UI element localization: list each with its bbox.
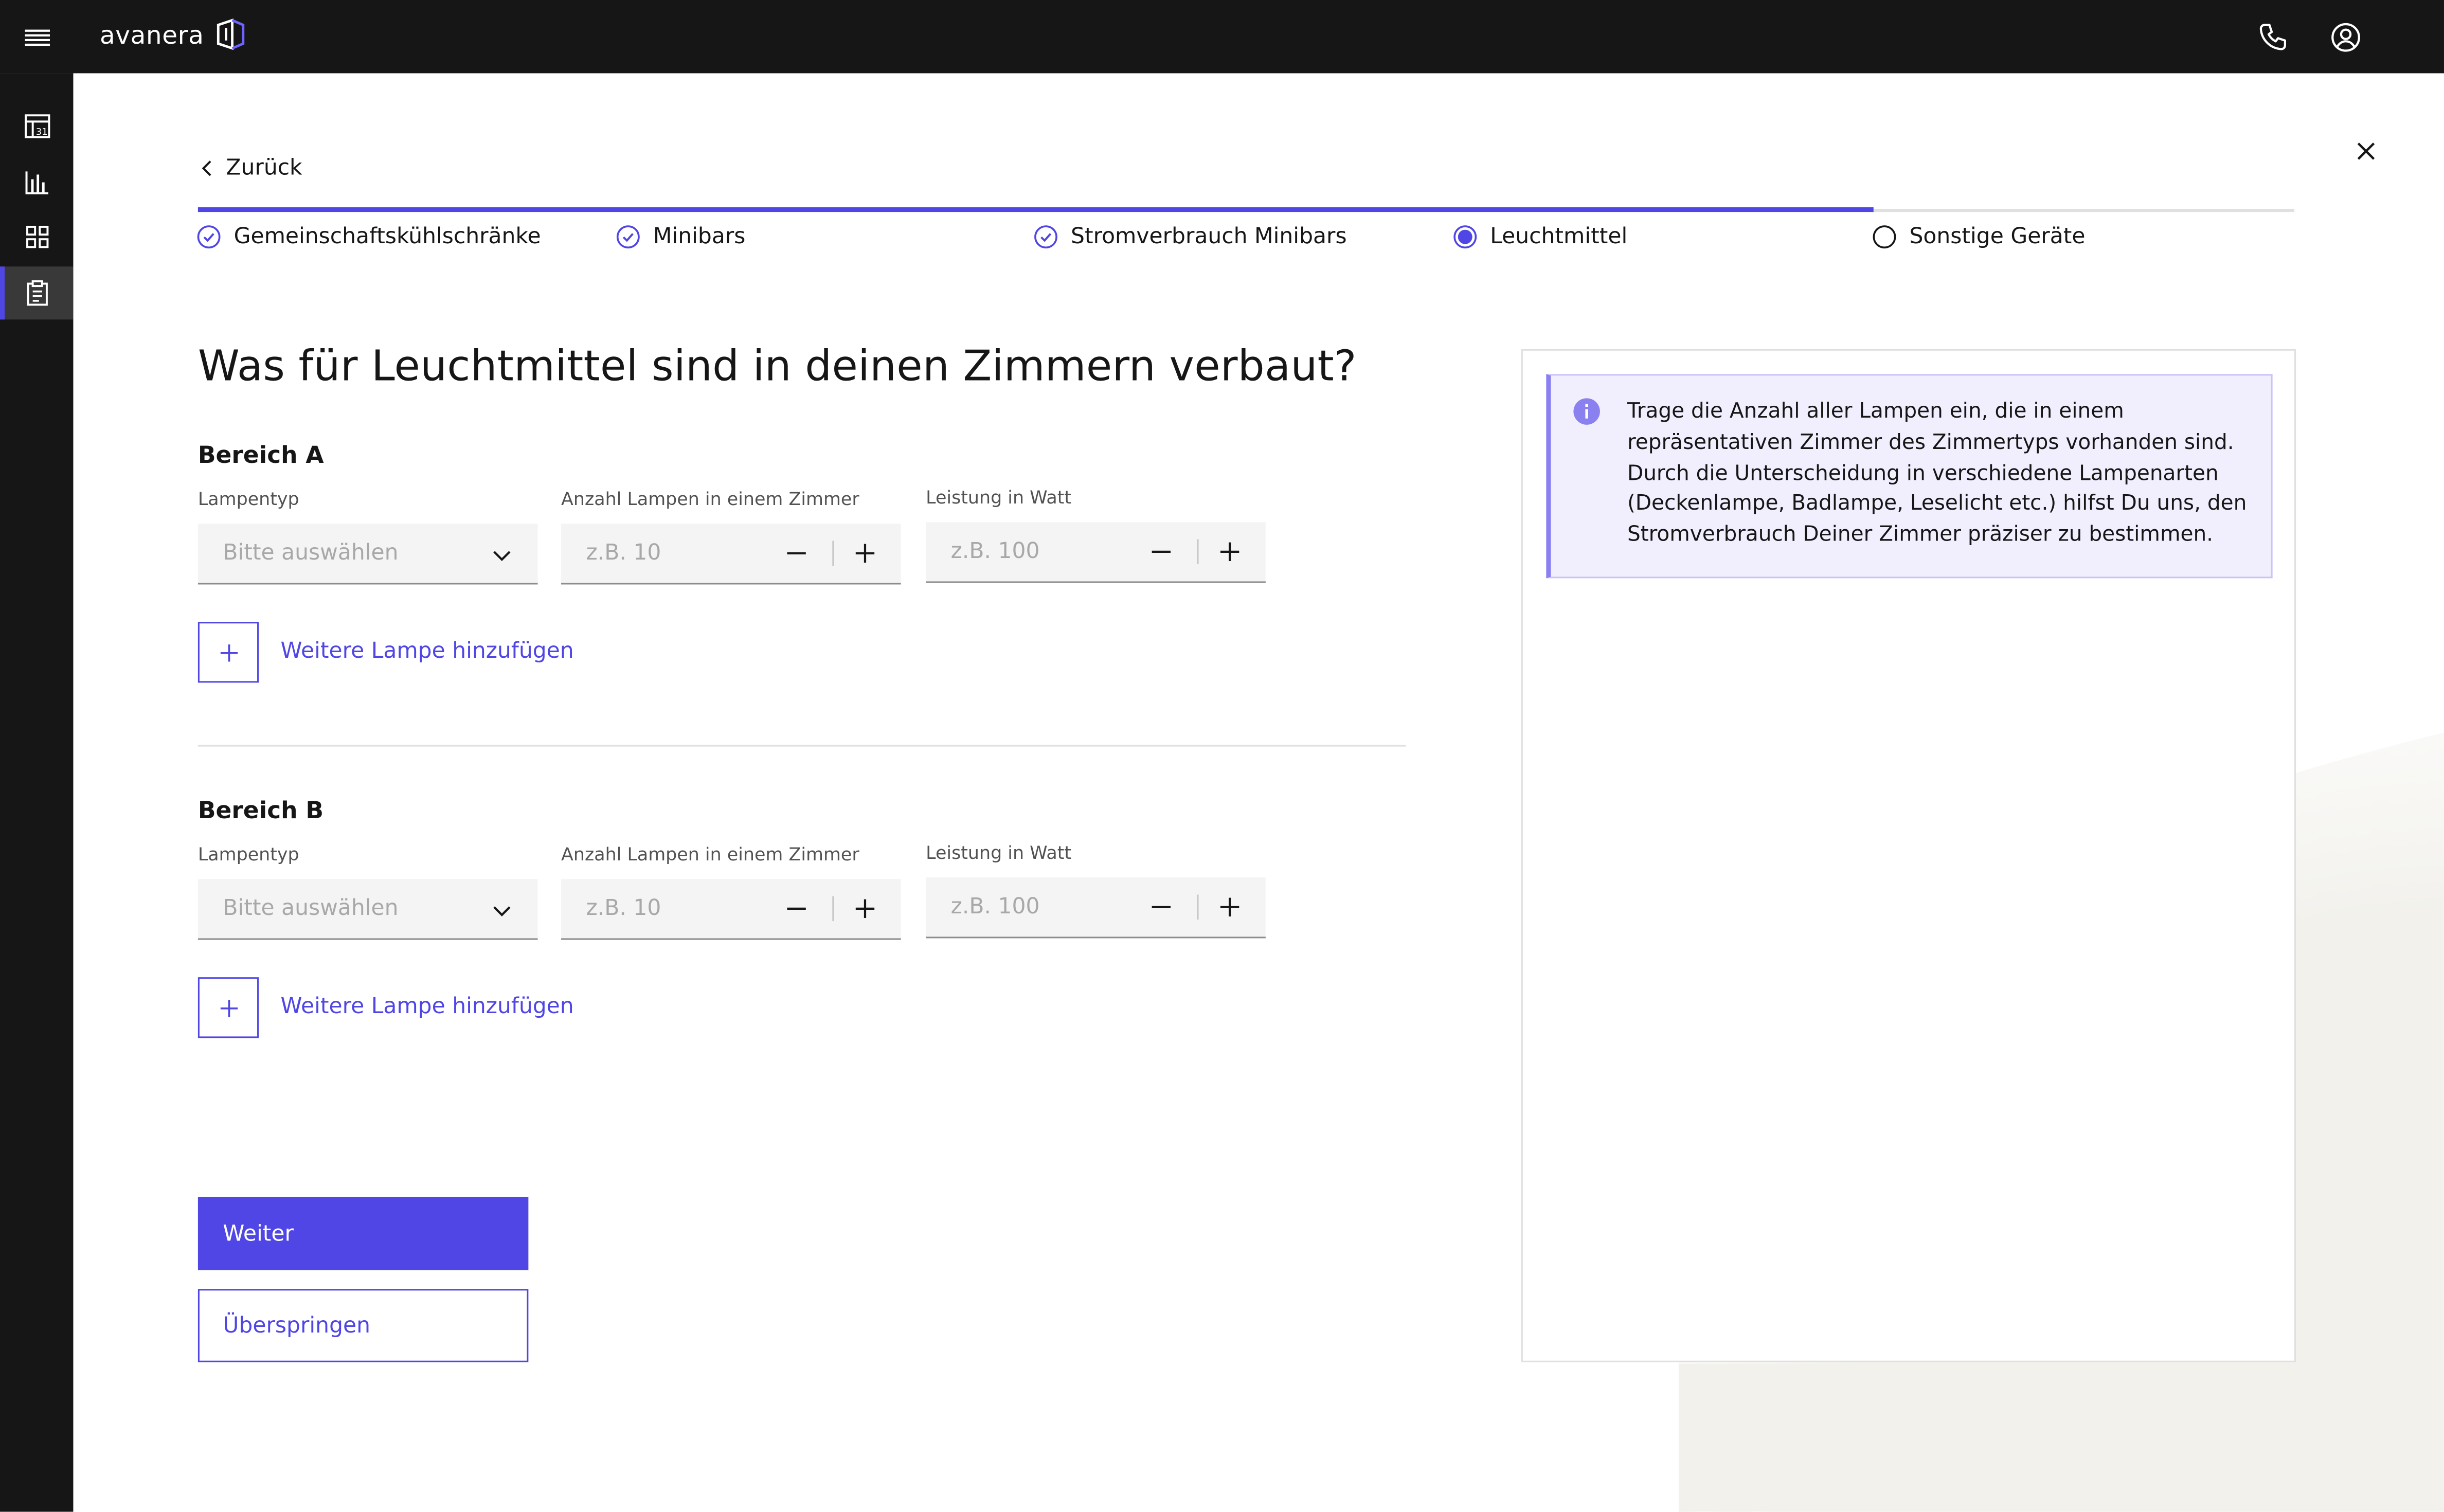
chevron-down-icon [493,906,511,916]
step-stromverbrauch-minibars[interactable]: Stromverbrauch Minibars [1033,224,1347,249]
lamp-type-label: Lampentyp [197,488,299,510]
info-icon [1573,398,1600,425]
section-divider [197,745,1406,747]
power-stepper [926,522,1266,583]
plus-icon [220,999,237,1016]
step-gemeinschaftskuehlschraenke[interactable]: Gemeinschaftskühlschränke [196,224,541,249]
minus-icon [787,907,806,910]
add-lamp-link[interactable]: Weitere Lampe hinzufügen [281,639,574,664]
step-label: Minibars [653,224,746,249]
checkmark-circle-icon [1034,225,1057,249]
decrement-button[interactable] [765,524,828,583]
top-header: avanera [0,0,2444,74]
sidebar-item-calendar[interactable]: 31 [0,100,73,153]
lamp-count-stepper [561,524,901,585]
step-label: Stromverbrauch Minibars [1071,224,1347,249]
progress-fill [197,207,1874,212]
step-label: Gemeinschaftskühlschränke [233,224,541,249]
increment-button[interactable] [1199,877,1261,937]
close-icon[interactable] [2352,137,2380,166]
decrement-button[interactable] [1130,877,1192,937]
sidebar-item-survey[interactable] [0,266,74,320]
step-sonstige-geraete[interactable]: Sonstige Geräte [1872,224,2086,249]
minus-icon [787,552,806,554]
sidebar: 31 [0,73,74,1512]
plus-icon [855,899,875,919]
lamp-type-select[interactable]: Bitte auswählen [197,524,538,585]
step-label: Sonstige Geräte [1909,224,2086,249]
calendar-icon: 31 [24,114,49,138]
grid-icon [25,225,48,248]
section-title-b: Bereich B [197,796,324,825]
checkmark-circle-icon [197,225,221,249]
decrement-button[interactable] [1130,522,1192,581]
power-label: Leistung in Watt [926,486,1072,508]
plus-icon [855,544,875,563]
plus-icon [220,643,237,661]
current-step-icon [1453,225,1477,249]
add-lamp-button[interactable] [197,622,259,683]
sidebar-item-dashboard[interactable] [0,210,73,263]
increment-button[interactable] [834,524,896,583]
sidebar-item-analytics[interactable] [0,156,73,209]
info-panel: Trage die Anzahl aller Lampen ein, die i… [1521,349,2296,1362]
lamp-type-value: Bitte auswählen [223,896,399,922]
chevron-down-icon [493,551,511,561]
lamp-count-input[interactable] [561,524,764,583]
chevron-left-icon [202,160,211,176]
continue-button[interactable]: Weiter [197,1197,529,1270]
brand-name: avanera [99,19,204,49]
incomplete-step-icon [1873,225,1896,249]
back-label: Zurück [226,156,302,181]
info-text: Trage die Anzahl aller Lampen ein, die i… [1627,398,2251,552]
step-leuchtmittel[interactable]: Leuchtmittel [1453,224,1628,249]
power-label: Leistung in Watt [926,841,1072,863]
clipboard-icon [26,280,47,306]
power-stepper [926,877,1266,939]
section-title-a: Bereich A [197,441,324,470]
phone-icon[interactable] [2255,20,2290,55]
add-lamp-button[interactable] [197,977,259,1038]
info-line: Trage die Anzahl aller Lampen ein, die i… [1627,400,2124,424]
back-link[interactable]: Zurück [198,156,302,181]
lamp-type-select[interactable]: Bitte auswählen [197,879,538,940]
increment-button[interactable] [1199,522,1261,581]
decrement-button[interactable] [765,879,828,938]
info-line: Durch die Unterscheidung in verschiedene… [1627,462,2219,486]
minus-icon [1152,550,1171,553]
user-icon[interactable] [2329,20,2363,55]
menu-icon[interactable] [22,22,53,53]
plus-icon [1220,542,1239,562]
lamp-count-input[interactable] [561,879,764,939]
skip-button[interactable]: Überspringen [197,1289,529,1362]
info-line: (Deckenlampe, Badlampe, Leselicht etc.) … [1627,493,2247,517]
app-root: avanera 31 Zurück Gemeinschaftskühlschrä… [0,0,2444,1512]
step-minibars[interactable]: Minibars [616,224,745,249]
step-label: Leuchtmittel [1490,224,1628,249]
lamp-count-stepper [561,879,901,940]
lamp-count-label: Anzahl Lampen in einem Zimmer [561,843,859,865]
lamp-count-label: Anzahl Lampen in einem Zimmer [561,488,859,510]
add-lamp-link[interactable]: Weitere Lampe hinzufügen [281,995,574,1019]
power-input[interactable] [926,522,1129,582]
info-line: Stromverbrauch Deiner Zimmer präziser zu… [1627,524,2214,548]
increment-button[interactable] [834,879,896,938]
svg-text:31: 31 [35,127,47,137]
logo-mark-icon [217,19,244,50]
bar-chart-icon [25,171,48,194]
checkmark-circle-icon [616,225,640,249]
lamp-type-value: Bitte auswählen [223,541,399,566]
minus-icon [1152,906,1171,908]
info-notification: Trage die Anzahl aller Lampen ein, die i… [1546,374,2273,579]
page-title: Was für Leuchtmittel sind in deinen Zimm… [197,343,1357,391]
power-input[interactable] [926,877,1129,937]
brand-logo[interactable]: avanera [100,17,247,51]
plus-icon [1220,897,1239,916]
lamp-type-label: Lampentyp [197,843,299,865]
info-line: repräsentativen Zimmer des Zimmertyps vo… [1627,431,2234,455]
